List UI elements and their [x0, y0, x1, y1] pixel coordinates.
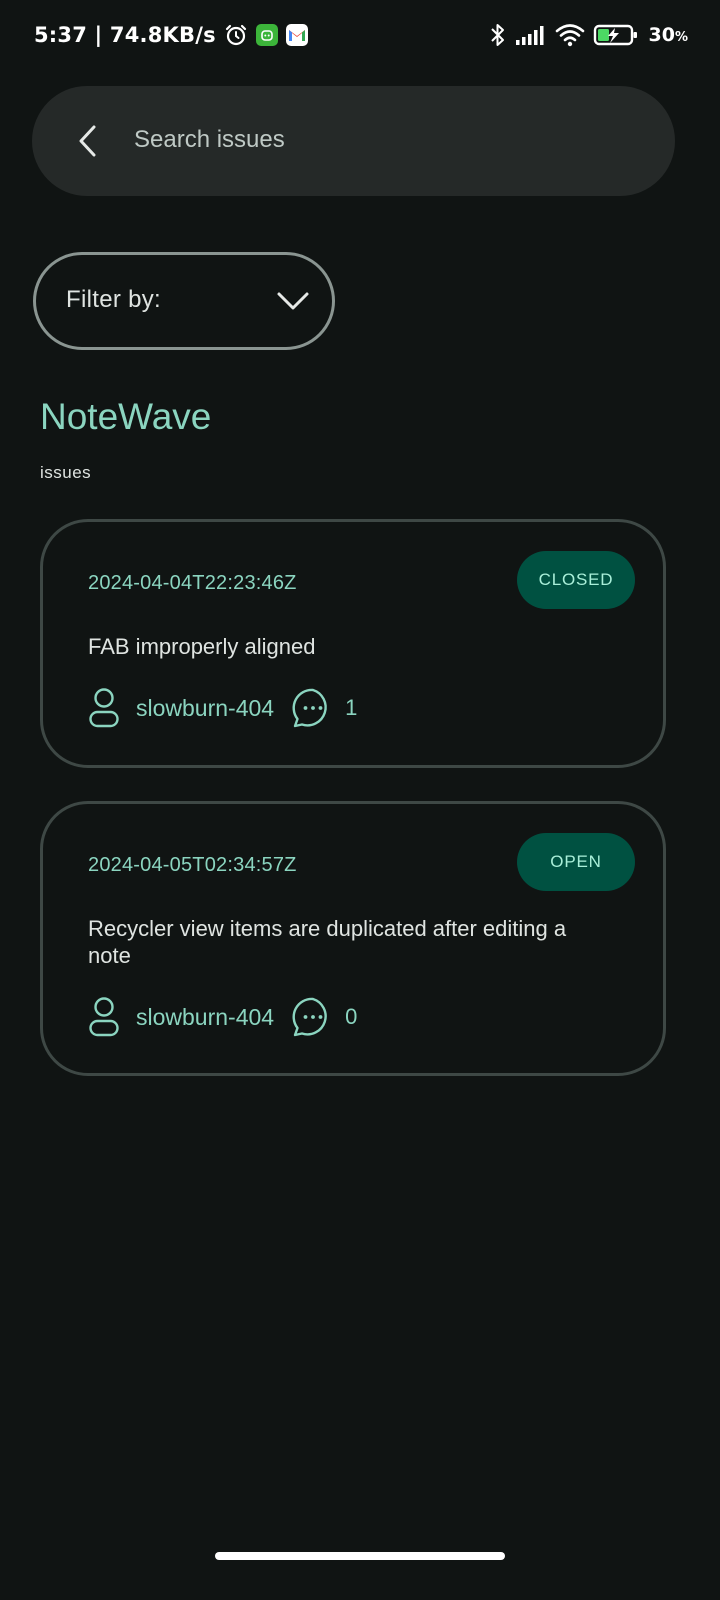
comment-count: 0 — [345, 1004, 358, 1029]
search-bar[interactable] — [32, 86, 675, 196]
status-badge: CLOSED — [517, 551, 635, 609]
status-bar-right: 30% — [489, 22, 688, 48]
search-input[interactable]: Search issues — [134, 126, 285, 154]
filter-dropdown[interactable]: Filter by: — [33, 252, 335, 350]
gmail-icon — [285, 24, 308, 46]
battery-percent: 30% — [649, 24, 688, 46]
author-name: slowburn-404 — [136, 1003, 275, 1030]
issue-date: 2024-04-05T02:34:57Z — [88, 854, 297, 876]
wifi-icon — [555, 23, 585, 47]
signal-icon — [515, 24, 547, 46]
issue-card[interactable]: 2024-04-04T22:23:46Z CLOSED FAB improper… — [40, 519, 666, 768]
status-badge: OPEN — [517, 833, 635, 891]
status-bar: 5:37 | 74.8KB/s 30% — [0, 0, 720, 70]
bluetooth-icon — [489, 22, 507, 48]
app-badge-icon — [255, 24, 278, 46]
battery-percent-unit: % — [674, 30, 688, 45]
issue-meta: slowburn-404 1 — [88, 687, 357, 729]
alarm-icon — [224, 23, 248, 47]
chevron-down-icon — [276, 289, 310, 313]
person-icon — [88, 996, 120, 1038]
battery-charging-icon — [593, 23, 639, 47]
status-bar-left: 5:37 | 74.8KB/s — [34, 23, 308, 47]
comment-icon — [292, 687, 334, 729]
issue-card[interactable]: 2024-04-05T02:34:57Z OPEN Recycler view … — [40, 801, 666, 1076]
issue-date: 2024-04-04T22:23:46Z — [88, 572, 297, 594]
battery-percent-value: 30 — [648, 24, 675, 46]
issue-meta: slowburn-404 0 — [88, 996, 357, 1038]
issue-title: Recycler view items are duplicated after… — [88, 916, 567, 968]
comment-count: 1 — [345, 695, 358, 720]
person-icon — [88, 687, 120, 729]
filter-label: Filter by: — [66, 286, 162, 313]
comment-icon — [292, 996, 334, 1038]
issue-title: FAB improperly aligned — [88, 634, 316, 659]
repo-subtitle: issues — [40, 463, 92, 482]
author-name: slowburn-404 — [136, 694, 275, 721]
repo-title: NoteWave — [40, 396, 212, 437]
nav-gesture-handle[interactable] — [215, 1552, 505, 1560]
back-icon[interactable] — [74, 124, 104, 158]
status-time: 5:37 | 74.8KB/s — [34, 23, 216, 47]
